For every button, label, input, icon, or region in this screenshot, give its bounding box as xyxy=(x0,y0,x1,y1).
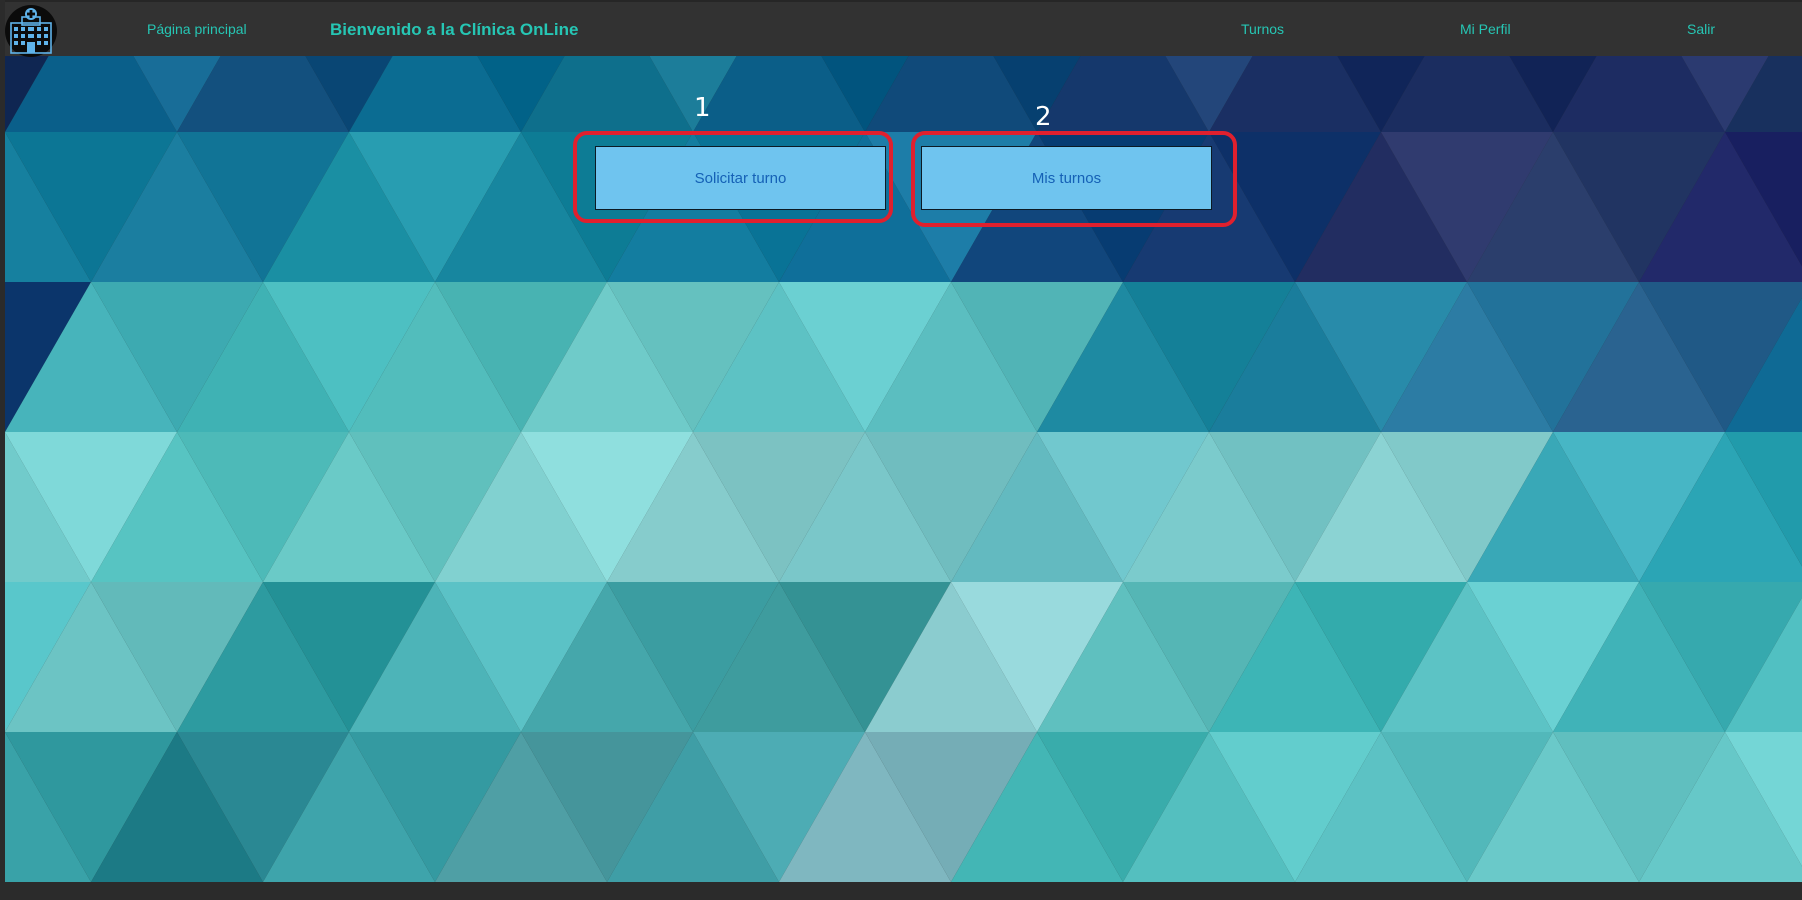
solicitar-turno-button[interactable]: Solicitar turno xyxy=(595,146,886,210)
nav-link-mi-perfil[interactable]: Mi Perfil xyxy=(1460,21,1511,37)
mis-turnos-button[interactable]: Mis turnos xyxy=(921,146,1212,210)
triangle-pattern-background xyxy=(5,56,1802,900)
annotation-number-1: 1 xyxy=(694,93,711,123)
nav-link-salir[interactable]: Salir xyxy=(1687,21,1715,37)
nav-link-turnos[interactable]: Turnos xyxy=(1241,21,1284,37)
hospital-building-icon[interactable] xyxy=(5,5,57,57)
app-window: Página principal Bienvenido a la Clínica… xyxy=(0,0,1802,900)
annotation-number-2: 2 xyxy=(1035,102,1052,132)
nav-link-home[interactable]: Página principal xyxy=(147,21,247,37)
top-navbar: Página principal Bienvenido a la Clínica… xyxy=(0,0,1802,57)
window-border xyxy=(0,0,5,900)
page-title: Bienvenido a la Clínica OnLine xyxy=(330,20,579,39)
